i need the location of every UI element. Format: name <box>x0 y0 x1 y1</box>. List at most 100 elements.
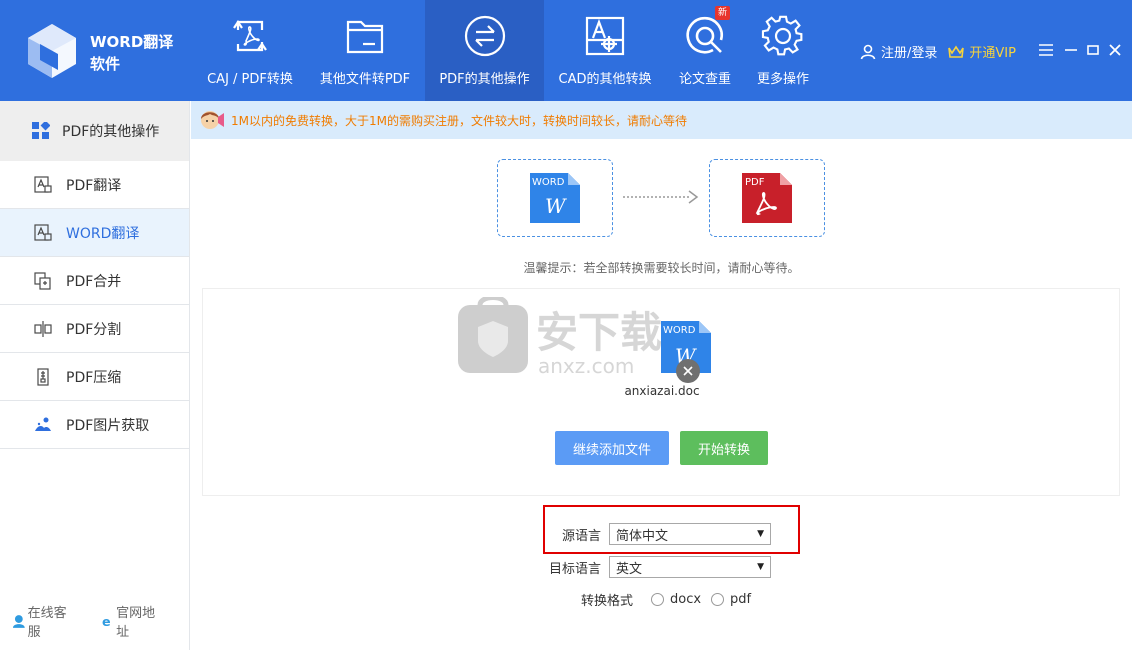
add-file-button[interactable]: 继续添加文件 <box>555 431 669 465</box>
sidebar-item-label: PDF压缩 <box>66 369 122 386</box>
close-icon[interactable] <box>1107 42 1123 58</box>
sidebar-item-pdf-translate[interactable]: PDF翻译 <box>0 161 189 209</box>
translate-icon <box>34 175 52 194</box>
watermark-sub: anxz.com <box>538 354 634 378</box>
mascot-icon <box>201 111 224 129</box>
sidebar-item-label: WORD翻译 <box>66 225 140 242</box>
main-panel: 1M以内的免费转换，大于1M的需购买注册，文件较大时，转换时间较长，请耐心等待 … <box>191 101 1132 650</box>
sidebar-item-label: PDF合并 <box>66 273 122 290</box>
online-service-label: 在线客服 <box>27 606 67 640</box>
sidebar-footer: 在线客服 e 官网地址 <box>12 602 189 640</box>
sidebar-header: PDF的其他操作 <box>0 101 189 161</box>
svg-text:W: W <box>545 194 567 218</box>
new-badge: 新 <box>714 6 730 20</box>
chevron-down-icon: ▼ <box>757 562 764 572</box>
compress-icon <box>34 367 52 386</box>
app-logo-icon <box>28 24 76 78</box>
close-icon <box>683 366 693 376</box>
nav-label: CAD的其他转换 <box>558 72 652 87</box>
translate-icon <box>34 223 52 242</box>
pdf-file-icon: PDF <box>742 173 792 223</box>
source-format-label: WORD <box>532 177 565 188</box>
file-name: anxiazai.doc <box>624 384 700 398</box>
user-area: 注册/登录 开通VIP <box>860 42 1016 61</box>
content-area: WORD W PDF 温馨提示：若全部转换需要较长时间，请耐心等待。 安下载 a… <box>191 139 1132 650</box>
target-format-label: PDF <box>745 177 765 188</box>
nav-cad-other[interactable]: CAD的其他转换 <box>550 0 660 101</box>
file-badge: WORD <box>663 325 696 336</box>
source-language-label: 源语言 <box>561 528 601 544</box>
sidebar-item-label: PDF图片获取 <box>66 417 150 434</box>
grid-icon <box>32 122 50 139</box>
sidebar-item-word-translate[interactable]: WORD翻译 <box>0 209 189 257</box>
login-label: 注册/登录 <box>881 46 938 61</box>
conversion-tip: 温馨提示：若全部转换需要较长时间，请耐心等待。 <box>523 261 800 275</box>
nav-label: 其他文件转PDF <box>319 72 411 87</box>
vip-label: 开通VIP <box>969 46 1016 61</box>
target-language-select[interactable]: 英文 ▼ <box>609 556 771 578</box>
folder-icon <box>343 14 387 58</box>
nav-caj-pdf[interactable]: CAJ / PDF转换 <box>197 0 303 101</box>
nav-label: 论文查重 <box>678 72 731 87</box>
word-file-icon: WORD W <box>530 173 580 223</box>
caj-pdf-icon <box>228 14 272 58</box>
format-radio-pdf[interactable]: pdf <box>711 592 751 607</box>
format-radio-docx[interactable]: docx <box>651 592 701 607</box>
remove-file-button[interactable] <box>676 359 700 383</box>
app-name-line2: 软件 <box>90 55 121 73</box>
start-convert-button[interactable]: 开始转换 <box>680 431 768 465</box>
browser-e-icon: e <box>101 614 110 628</box>
format-row: 转换格式 docx pdf <box>537 590 751 609</box>
radio-circle <box>711 593 725 606</box>
sidebar-item-pdf-compress[interactable]: PDF压缩 <box>0 353 189 401</box>
sidebar-item-pdf-merge[interactable]: PDF合并 <box>0 257 189 305</box>
thesis-check-icon <box>683 14 727 58</box>
nav-label: 更多操作 <box>756 72 809 87</box>
nav-other-to-pdf[interactable]: 其他文件转PDF <box>312 0 418 101</box>
nav-thesis-check[interactable]: 论文查重 新 <box>670 0 740 101</box>
source-language-row: 源语言 简体中文 ▼ <box>537 523 771 545</box>
sidebar-item-pdf-image-extract[interactable]: PDF图片获取 <box>0 401 189 449</box>
minimize-icon[interactable] <box>1063 42 1079 58</box>
app-name-line1: WORD翻译 <box>90 33 174 51</box>
format-option-label: pdf <box>730 592 752 607</box>
format-label: 转换格式 <box>580 594 633 609</box>
split-icon <box>34 320 52 338</box>
cad-icon <box>583 14 627 58</box>
title-bar: WORD翻译 软件 CAJ / PDF转换 其他文件转PDF PDF的其他操作 … <box>0 0 1132 101</box>
website-label: 官网地址 <box>116 606 156 640</box>
sidebar-item-label: PDF分割 <box>66 321 122 338</box>
target-language-label: 目标语言 <box>548 561 601 577</box>
notice-text: 1M以内的免费转换，大于1M的需购买注册，文件较大时，转换时间较长，请耐心等待 <box>231 113 687 128</box>
target-language-value: 英文 <box>616 561 643 577</box>
menu-icon[interactable] <box>1038 42 1054 58</box>
nav-label: CAJ / PDF转换 <box>207 72 293 87</box>
app-name: WORD翻译 软件 <box>90 31 190 75</box>
nav-pdf-other-ops[interactable]: PDF的其他操作 <box>425 0 544 101</box>
maximize-icon[interactable] <box>1085 42 1101 58</box>
chevron-down-icon: ▼ <box>757 529 764 539</box>
source-format-box: WORD W <box>497 159 613 237</box>
gear-icon <box>761 14 805 58</box>
login-link[interactable]: 注册/登录 <box>860 42 937 61</box>
merge-icon <box>34 271 52 290</box>
target-format-box: PDF <box>709 159 825 237</box>
online-service-link[interactable]: 在线客服 <box>12 602 79 640</box>
file-drop-area[interactable]: 安下载 anxz.com WORD W anxiazai.doc 继续添加文件 … <box>202 288 1120 496</box>
source-language-value: 简体中文 <box>616 528 669 544</box>
format-option-label: docx <box>670 592 702 607</box>
sidebar-item-pdf-split[interactable]: PDF分割 <box>0 305 189 353</box>
nav-more-ops[interactable]: 更多操作 <box>750 0 816 101</box>
target-language-row: 目标语言 英文 ▼ <box>537 556 771 578</box>
source-language-select[interactable]: 简体中文 ▼ <box>609 523 771 545</box>
sidebar-item-label: PDF翻译 <box>66 177 122 194</box>
user-icon <box>860 44 876 59</box>
svg-text:e: e <box>101 614 110 628</box>
arrow-right-icon <box>623 190 699 204</box>
sidebar-header-label: PDF的其他操作 <box>62 124 160 140</box>
notice-bar: 1M以内的免费转换，大于1M的需购买注册，文件较大时，转换时间较长，请耐心等待 <box>191 101 1132 139</box>
radio-circle <box>651 593 664 606</box>
website-link[interactable]: e 官网地址 <box>101 602 168 640</box>
nav-label: PDF的其他操作 <box>439 72 530 87</box>
vip-link[interactable]: 开通VIP <box>947 42 1016 61</box>
